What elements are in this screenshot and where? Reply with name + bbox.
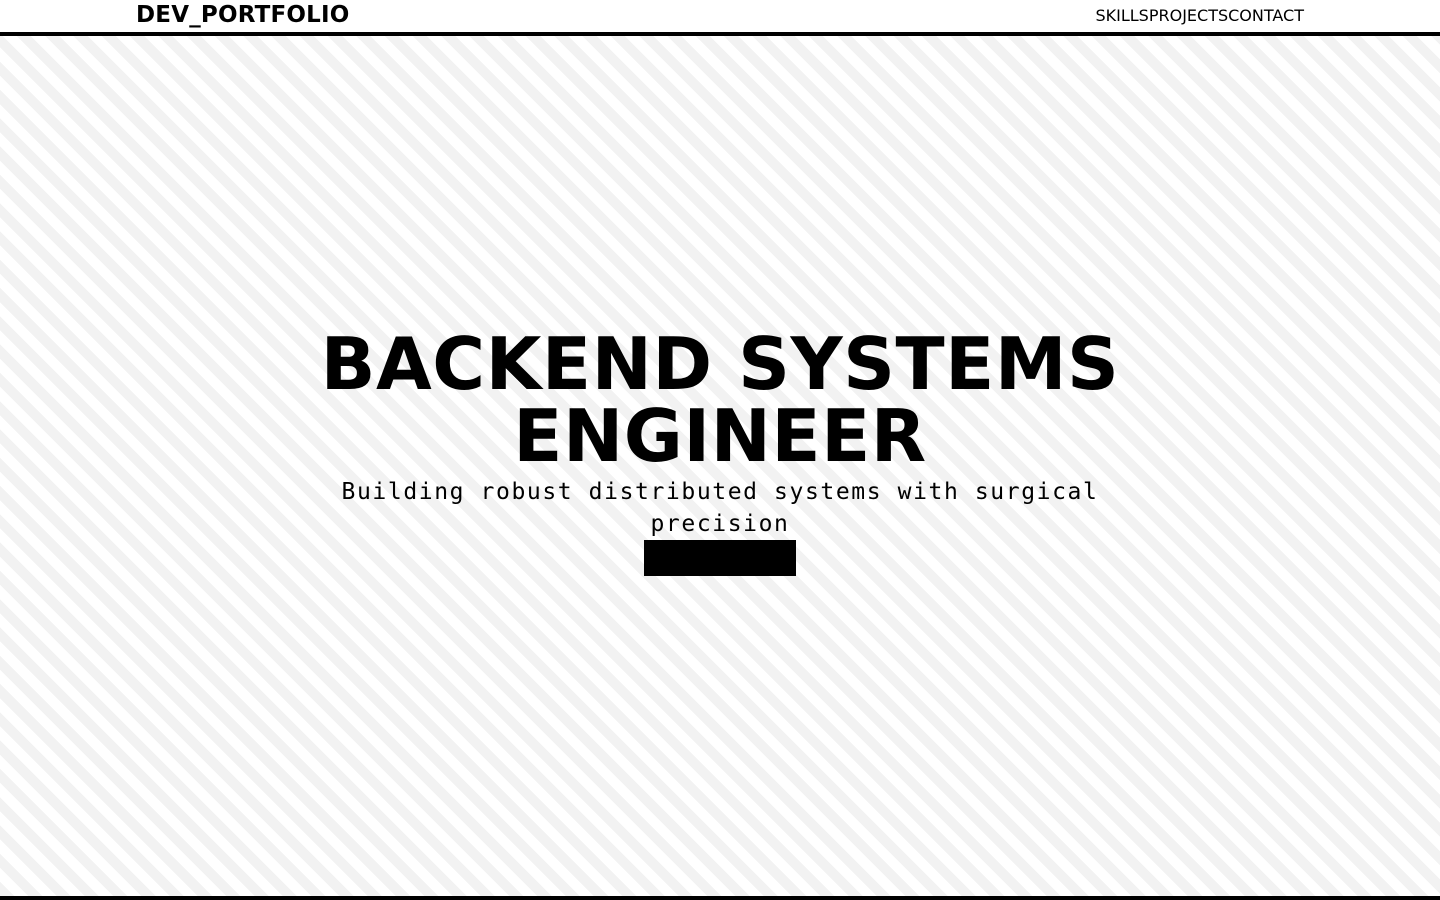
nav-link-projects[interactable]: PROJECTS (1149, 6, 1228, 26)
main-nav: SKILLS PROJECTS CONTACT (1095, 6, 1304, 26)
hero-cta-button[interactable] (644, 540, 796, 576)
hero-title: BACKEND SYSTEMS ENGINEER (320, 322, 1120, 478)
nav-link-skills[interactable]: SKILLS (1095, 6, 1148, 26)
nav-link-contact[interactable]: CONTACT (1228, 6, 1304, 26)
site-header: DEV_PORTFOLIO SKILLS PROJECTS CONTACT (0, 0, 1440, 36)
site-logo[interactable]: DEV_PORTFOLIO (136, 1, 350, 29)
hero-content: BACKEND SYSTEMS ENGINEER Building robust… (320, 328, 1120, 576)
hero-subtitle: Building robust distributed systems with… (341, 479, 1099, 537)
bottom-divider (0, 896, 1440, 900)
hero-section: BACKEND SYSTEMS ENGINEER Building robust… (0, 36, 1440, 896)
